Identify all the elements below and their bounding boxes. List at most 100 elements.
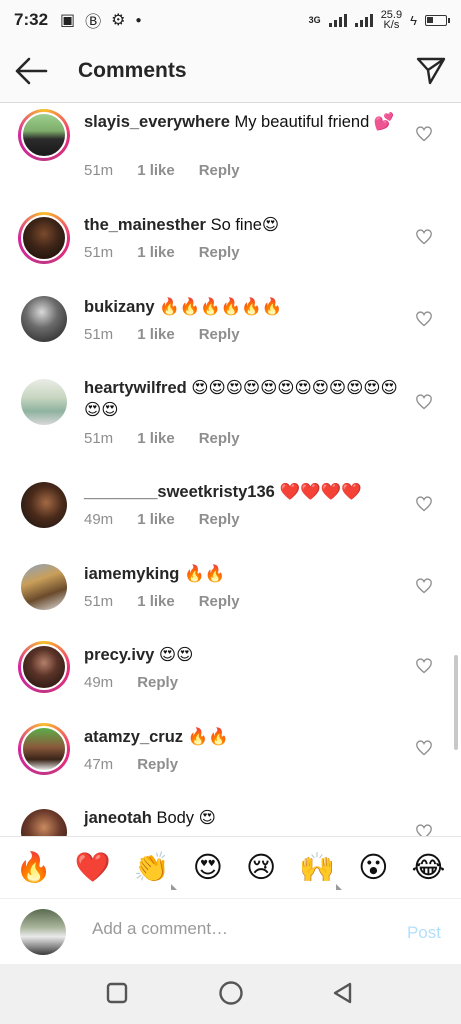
comment-username[interactable]: iamemyking xyxy=(84,565,179,583)
like-heart-icon[interactable] xyxy=(415,824,433,836)
home-circle-icon[interactable] xyxy=(218,980,244,1006)
laughing-emoji-button[interactable]: 😂 xyxy=(412,850,446,885)
like-heart-icon[interactable] xyxy=(415,311,433,327)
avatar[interactable] xyxy=(18,641,70,693)
avatar[interactable] xyxy=(21,379,67,425)
net-speed-unit: K/s xyxy=(383,19,400,31)
comment-time: 51m xyxy=(84,244,114,261)
like-heart-icon[interactable] xyxy=(415,394,433,410)
avatar[interactable] xyxy=(21,809,67,836)
comment-time: 49m xyxy=(84,511,114,528)
charging-icon: ϟ xyxy=(410,12,417,28)
status-time: 7:32 xyxy=(14,10,49,29)
comment-item: bukizany 🔥🔥🔥🔥🔥🔥 51m 1 like Reply xyxy=(0,291,461,363)
avatar[interactable] xyxy=(18,723,70,775)
comment-time: 51m xyxy=(84,430,114,447)
comment-likes[interactable]: 1 like xyxy=(137,162,175,179)
comment-item: ________sweetkristy136 ❤️❤️❤️❤️ 49m 1 li… xyxy=(0,479,461,551)
comment-time: 51m xyxy=(84,326,114,343)
reply-button[interactable]: Reply xyxy=(137,674,178,691)
fire-emoji-button[interactable]: 🔥 xyxy=(15,851,51,885)
heart-emoji-button[interactable]: ❤️ xyxy=(75,851,111,885)
comment-text: 🔥🔥 xyxy=(187,728,229,746)
back-triangle-icon[interactable] xyxy=(332,982,354,1004)
comment-likes[interactable]: 1 like xyxy=(137,244,175,261)
comment-username[interactable]: precy.ivy xyxy=(84,646,154,664)
like-heart-icon[interactable] xyxy=(415,658,433,674)
comment-item: slayis_everywhere My beautiful friend 💕 … xyxy=(0,104,461,186)
raised-hands-emoji-button[interactable]: 🙌 xyxy=(299,851,343,890)
signal-icon xyxy=(328,13,347,27)
post-button[interactable]: Post xyxy=(407,923,441,943)
comments-header: Comments xyxy=(0,40,461,103)
like-heart-icon[interactable] xyxy=(415,740,433,756)
like-heart-icon[interactable] xyxy=(415,229,433,245)
reply-button[interactable]: Reply xyxy=(199,593,240,610)
comment-item: precy.ivy 😍😍 49m Reply xyxy=(0,641,461,713)
comment-username[interactable]: heartywilfred xyxy=(84,379,187,397)
recent-apps-square-icon[interactable] xyxy=(106,982,128,1004)
comment-item: the_mainesther So fine😍 51m 1 like Reply xyxy=(0,209,461,281)
avatar[interactable] xyxy=(21,482,67,528)
battery-icon xyxy=(425,14,450,26)
crying-emoji-button[interactable]: 😢 xyxy=(246,850,276,885)
comment-username[interactable]: janeotah xyxy=(84,809,152,827)
avatar[interactable] xyxy=(18,212,70,264)
clap-emoji-button[interactable]: 👏 xyxy=(134,851,177,890)
direct-message-send-icon[interactable] xyxy=(415,54,447,86)
comment-time: 47m xyxy=(84,756,114,773)
notification-dot-icon: ● xyxy=(135,14,142,26)
comment-item: janeotah Body 😍 xyxy=(0,807,461,836)
comment-username[interactable]: ________sweetkristy136 xyxy=(84,483,275,501)
page-title: Comments xyxy=(78,59,187,82)
comment-username[interactable]: atamzy_cruz xyxy=(84,728,183,746)
comment-likes[interactable]: 1 like xyxy=(137,430,175,447)
comment-item: iamemyking 🔥🔥 51m 1 like Reply xyxy=(0,561,461,633)
comment-username[interactable]: slayis_everywhere xyxy=(84,113,230,131)
surprised-emoji-button[interactable]: 😮 xyxy=(358,850,388,885)
comment-likes[interactable]: 1 like xyxy=(137,593,175,610)
comment-likes[interactable]: 1 like xyxy=(137,326,175,343)
signal-icon-2 xyxy=(354,13,373,27)
reply-button[interactable]: Reply xyxy=(137,756,178,773)
reply-button[interactable]: Reply xyxy=(199,326,240,343)
comment-time: 51m xyxy=(84,593,114,610)
reply-button[interactable]: Reply xyxy=(199,511,240,528)
reply-button[interactable]: Reply xyxy=(199,162,240,179)
avatar[interactable] xyxy=(21,564,67,610)
comment-username[interactable]: bukizany xyxy=(84,298,155,316)
gallery-icon: ▣ xyxy=(60,12,76,29)
system-navigation-bar xyxy=(0,964,461,1024)
comment-username[interactable]: the_mainesther xyxy=(84,216,206,234)
like-heart-icon[interactable] xyxy=(415,126,433,142)
avatar[interactable] xyxy=(18,109,70,161)
settings-gear-icon: ⚙ xyxy=(111,12,126,29)
avatar[interactable] xyxy=(21,296,67,342)
network-type: 3G xyxy=(308,15,321,25)
like-heart-icon[interactable] xyxy=(415,578,433,594)
comment-text: Body 😍 xyxy=(156,809,216,827)
back-arrow-icon[interactable] xyxy=(14,56,48,86)
skin-tone-indicator-icon xyxy=(170,877,177,890)
raised-hands-emoji: 🙌 xyxy=(299,851,336,884)
comment-item: atamzy_cruz 🔥🔥 47m Reply xyxy=(0,723,461,795)
comment-text: 🔥🔥 xyxy=(183,565,226,583)
scrollbar[interactable] xyxy=(454,655,458,750)
comment-item: heartywilfred 😍😍😍😍😍😍😍😍😍😍😍😍😍😍 51m 1 like … xyxy=(0,374,461,464)
comment-time: 51m xyxy=(84,162,114,179)
comment-likes[interactable]: 1 like xyxy=(137,511,175,528)
heart-eyes-emoji-button[interactable]: 😍 xyxy=(193,850,223,885)
reply-button[interactable]: Reply xyxy=(199,244,240,261)
comment-text: 🔥🔥🔥🔥🔥🔥 xyxy=(159,298,283,316)
comment-time: 49m xyxy=(84,674,114,691)
like-heart-icon[interactable] xyxy=(415,496,433,512)
comment-text: My beautiful friend 💕 xyxy=(234,113,395,131)
reply-button[interactable]: Reply xyxy=(199,430,240,447)
comment-text: ❤️❤️❤️❤️ xyxy=(279,483,362,501)
comment-composer: Add a comment… Post xyxy=(0,898,461,964)
comments-list[interactable]: slayis_everywhere My beautiful friend 💕 … xyxy=(0,104,461,836)
skin-tone-indicator-icon xyxy=(336,877,343,890)
add-comment-input[interactable]: Add a comment… xyxy=(92,919,382,939)
bitcoin-icon: Ⓑ xyxy=(85,14,102,31)
emoji-reaction-bar: 🔥 ❤️ 👏 😍 😢 🙌 😮 😂 xyxy=(0,836,461,898)
